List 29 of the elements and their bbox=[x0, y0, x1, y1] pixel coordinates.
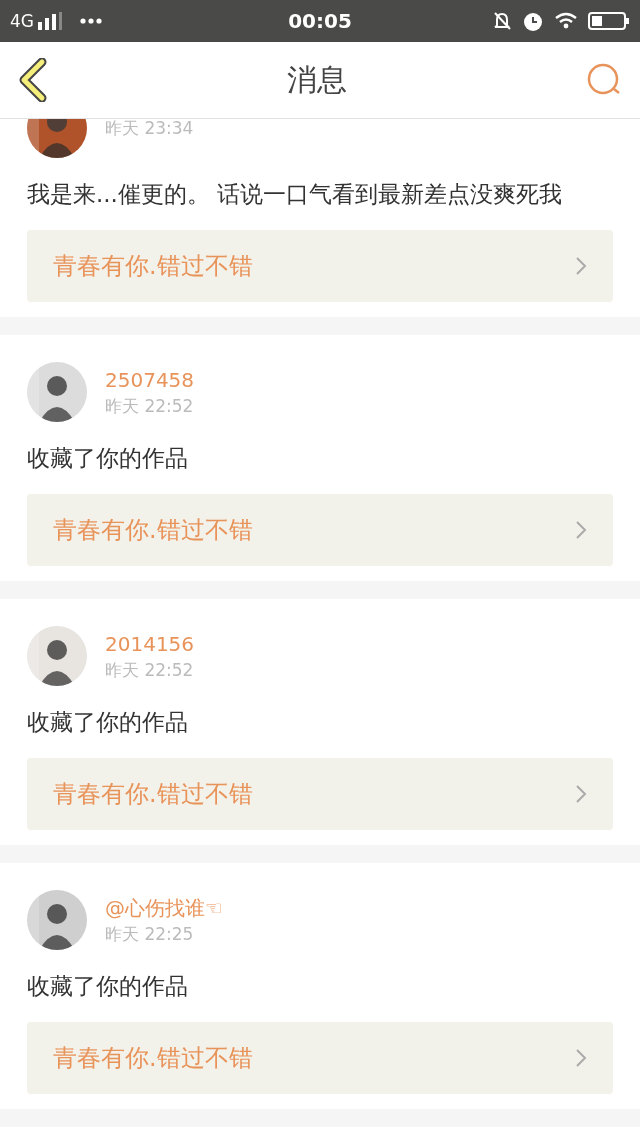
message-text: 收藏了你的作品 bbox=[27, 972, 189, 1001]
message-text: 收藏了你的作品 bbox=[27, 708, 189, 737]
alarm-icon bbox=[522, 10, 544, 32]
work-link[interactable]: 青春有你.错过不错 bbox=[27, 494, 613, 566]
timestamp: 昨天 23:34 bbox=[105, 119, 194, 140]
work-link[interactable]: 青春有你.错过不错 bbox=[27, 230, 613, 302]
more-icon bbox=[80, 18, 102, 24]
user-name[interactable]: @心伤找谁☜ bbox=[105, 894, 223, 922]
timestamp: 昨天 22:52 bbox=[105, 395, 195, 418]
timestamp: 昨天 22:52 bbox=[105, 659, 195, 682]
wifi-icon bbox=[554, 12, 578, 30]
user-name[interactable]: 2014156 bbox=[105, 630, 195, 658]
message-text: 我是来...催更的。 话说一口气看到最新差点没爽死我 bbox=[27, 180, 564, 209]
battery-icon bbox=[588, 11, 630, 31]
chevron-icon bbox=[575, 1048, 587, 1068]
network-label: 4G bbox=[10, 11, 34, 31]
chevron-icon bbox=[575, 784, 587, 804]
timestamp: 昨天 22:25 bbox=[105, 923, 195, 946]
clock-time: 00:05 bbox=[288, 9, 352, 33]
message-text: 收藏了你的作品 bbox=[27, 444, 189, 473]
work-link[interactable]: 青春有你.错过不错 bbox=[27, 1022, 613, 1094]
work-link[interactable]: 青春有你.错过不错 bbox=[27, 758, 613, 830]
chevron-icon bbox=[575, 256, 587, 276]
back-icon[interactable] bbox=[18, 58, 48, 102]
muted-bell-icon bbox=[492, 11, 512, 31]
signal-icon bbox=[38, 12, 64, 30]
user-name[interactable]: 2507458 bbox=[105, 366, 195, 394]
page-title: 消息 bbox=[287, 60, 347, 99]
chevron-icon bbox=[575, 520, 587, 540]
